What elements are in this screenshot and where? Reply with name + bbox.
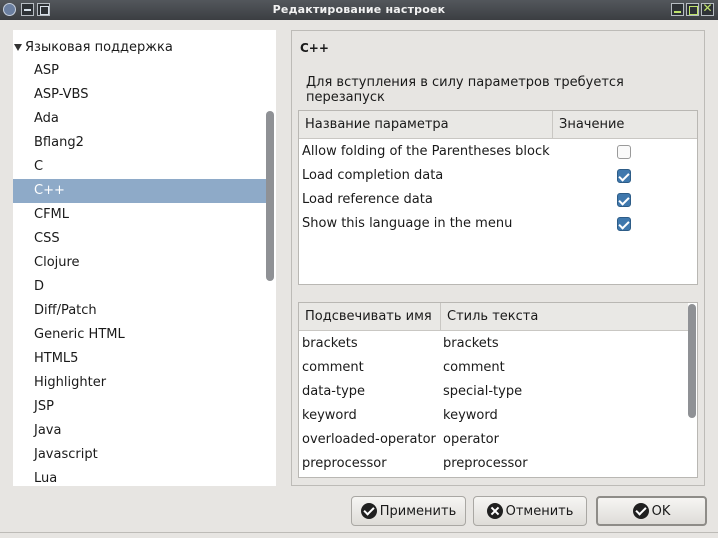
- tree-item[interactable]: Javascript: [13, 443, 266, 467]
- table-row: Allow folding of the Parentheses block: [299, 140, 697, 164]
- window-titlebar: Редактирование настроек ✕: [0, 0, 718, 20]
- tree-item[interactable]: CSS: [13, 227, 266, 251]
- check-circle-icon: [632, 503, 649, 519]
- option-name: Show this language in the menu: [302, 216, 513, 231]
- tree-item[interactable]: C: [13, 155, 266, 179]
- restart-notice: Для вступления в силу параметров требует…: [306, 75, 624, 105]
- check-circle-icon: [360, 503, 377, 519]
- option-checkbox[interactable]: [617, 169, 631, 183]
- tree-item-selected[interactable]: C++: [13, 179, 266, 203]
- options-table: Название параметра Значение Allow foldin…: [298, 110, 698, 285]
- minimize-icon[interactable]: [671, 3, 684, 16]
- table-row[interactable]: keyword keyword: [299, 404, 688, 428]
- tree-item[interactable]: Diff/Patch: [13, 299, 266, 323]
- highlight-table-scrollbar[interactable]: [688, 304, 696, 418]
- option-name: Load reference data: [302, 192, 433, 207]
- table-row: Load completion data: [299, 164, 697, 188]
- close-icon[interactable]: ✕: [701, 1, 714, 16]
- table-row: Load reference data: [299, 188, 697, 212]
- text-style: comment: [443, 360, 505, 375]
- column-header-text-style[interactable]: Стиль текста: [441, 303, 538, 331]
- tree-item[interactable]: Lua: [13, 467, 266, 486]
- column-header-value[interactable]: Значение: [553, 111, 624, 139]
- column-header-parameter[interactable]: Название параметра: [299, 111, 552, 139]
- column-header-highlight-name[interactable]: Подсвечивать имя: [299, 303, 440, 331]
- tree-item[interactable]: ASP: [13, 59, 266, 83]
- text-style: preprocessor: [443, 456, 528, 471]
- tree-item[interactable]: JSP: [13, 395, 266, 419]
- cancel-button-label: Отменить: [505, 503, 574, 519]
- window-bottom-border: [0, 532, 718, 533]
- window-title: Редактирование настроек: [272, 3, 446, 16]
- highlight-table-header: Подсвечивать имя Стиль текста: [299, 303, 688, 331]
- option-checkbox[interactable]: [617, 145, 631, 159]
- highlight-table: Подсвечивать имя Стиль текста brackets b…: [298, 302, 698, 478]
- table-row[interactable]: preprocessor preprocessor: [299, 452, 688, 476]
- tree-item[interactable]: Generic HTML: [13, 323, 266, 347]
- tree-root-language-support[interactable]: Языковая поддержка: [13, 38, 263, 56]
- cancel-button[interactable]: Отменить: [473, 496, 587, 526]
- option-name: Allow folding of the Parentheses block: [302, 144, 550, 159]
- text-style: operator: [443, 432, 499, 447]
- highlight-name: keyword: [302, 408, 357, 423]
- highlight-name: overloaded-operator: [302, 432, 436, 447]
- tree-item[interactable]: Ada: [13, 107, 266, 131]
- tree-item[interactable]: D: [13, 275, 266, 299]
- option-checkbox[interactable]: [617, 217, 631, 231]
- text-style: special-type: [443, 384, 523, 399]
- language-title: C++: [300, 41, 329, 55]
- tree-item[interactable]: HTML5: [13, 347, 266, 371]
- ok-button[interactable]: OK: [596, 496, 707, 526]
- table-row[interactable]: overloaded-operator operator: [299, 428, 688, 452]
- tree-item[interactable]: ASP-VBS: [13, 83, 266, 107]
- text-style: keyword: [443, 408, 498, 423]
- highlight-name: data-type: [302, 384, 366, 399]
- table-row[interactable]: brackets brackets: [299, 332, 688, 356]
- tree-root-label: Языковая поддержка: [25, 39, 173, 55]
- apply-button-label: Применить: [379, 503, 457, 519]
- text-style: brackets: [443, 336, 499, 351]
- highlight-name: brackets: [302, 336, 358, 351]
- tree-item[interactable]: CFML: [13, 203, 266, 227]
- apply-button[interactable]: Применить: [351, 496, 466, 526]
- highlight-name: preprocessor: [302, 456, 387, 471]
- cancel-circle-icon: [486, 503, 503, 519]
- ok-button-label: OK: [651, 503, 671, 519]
- expand-arrow-icon[interactable]: [14, 43, 22, 51]
- table-row: Show this language in the menu: [299, 212, 697, 236]
- tree-item[interactable]: Java: [13, 419, 266, 443]
- language-settings-pane: C++ Для вступления в силу параметров тре…: [291, 30, 705, 486]
- option-name: Load completion data: [302, 168, 444, 183]
- tree-scrollbar[interactable]: [266, 111, 274, 281]
- table-row[interactable]: data-type special-type: [299, 380, 688, 404]
- tree-item[interactable]: Clojure: [13, 251, 266, 275]
- table-row[interactable]: comment comment: [299, 356, 688, 380]
- tree-item[interactable]: Bflang2: [13, 131, 266, 155]
- language-tree[interactable]: Языковая поддержка ASP ASP-VBS Ada Bflan…: [13, 30, 276, 486]
- options-table-header: Название параметра Значение: [299, 111, 697, 139]
- maximize-icon[interactable]: [686, 3, 699, 16]
- highlight-name: comment: [302, 360, 364, 375]
- option-checkbox[interactable]: [617, 193, 631, 207]
- tree-item[interactable]: Highlighter: [13, 371, 266, 395]
